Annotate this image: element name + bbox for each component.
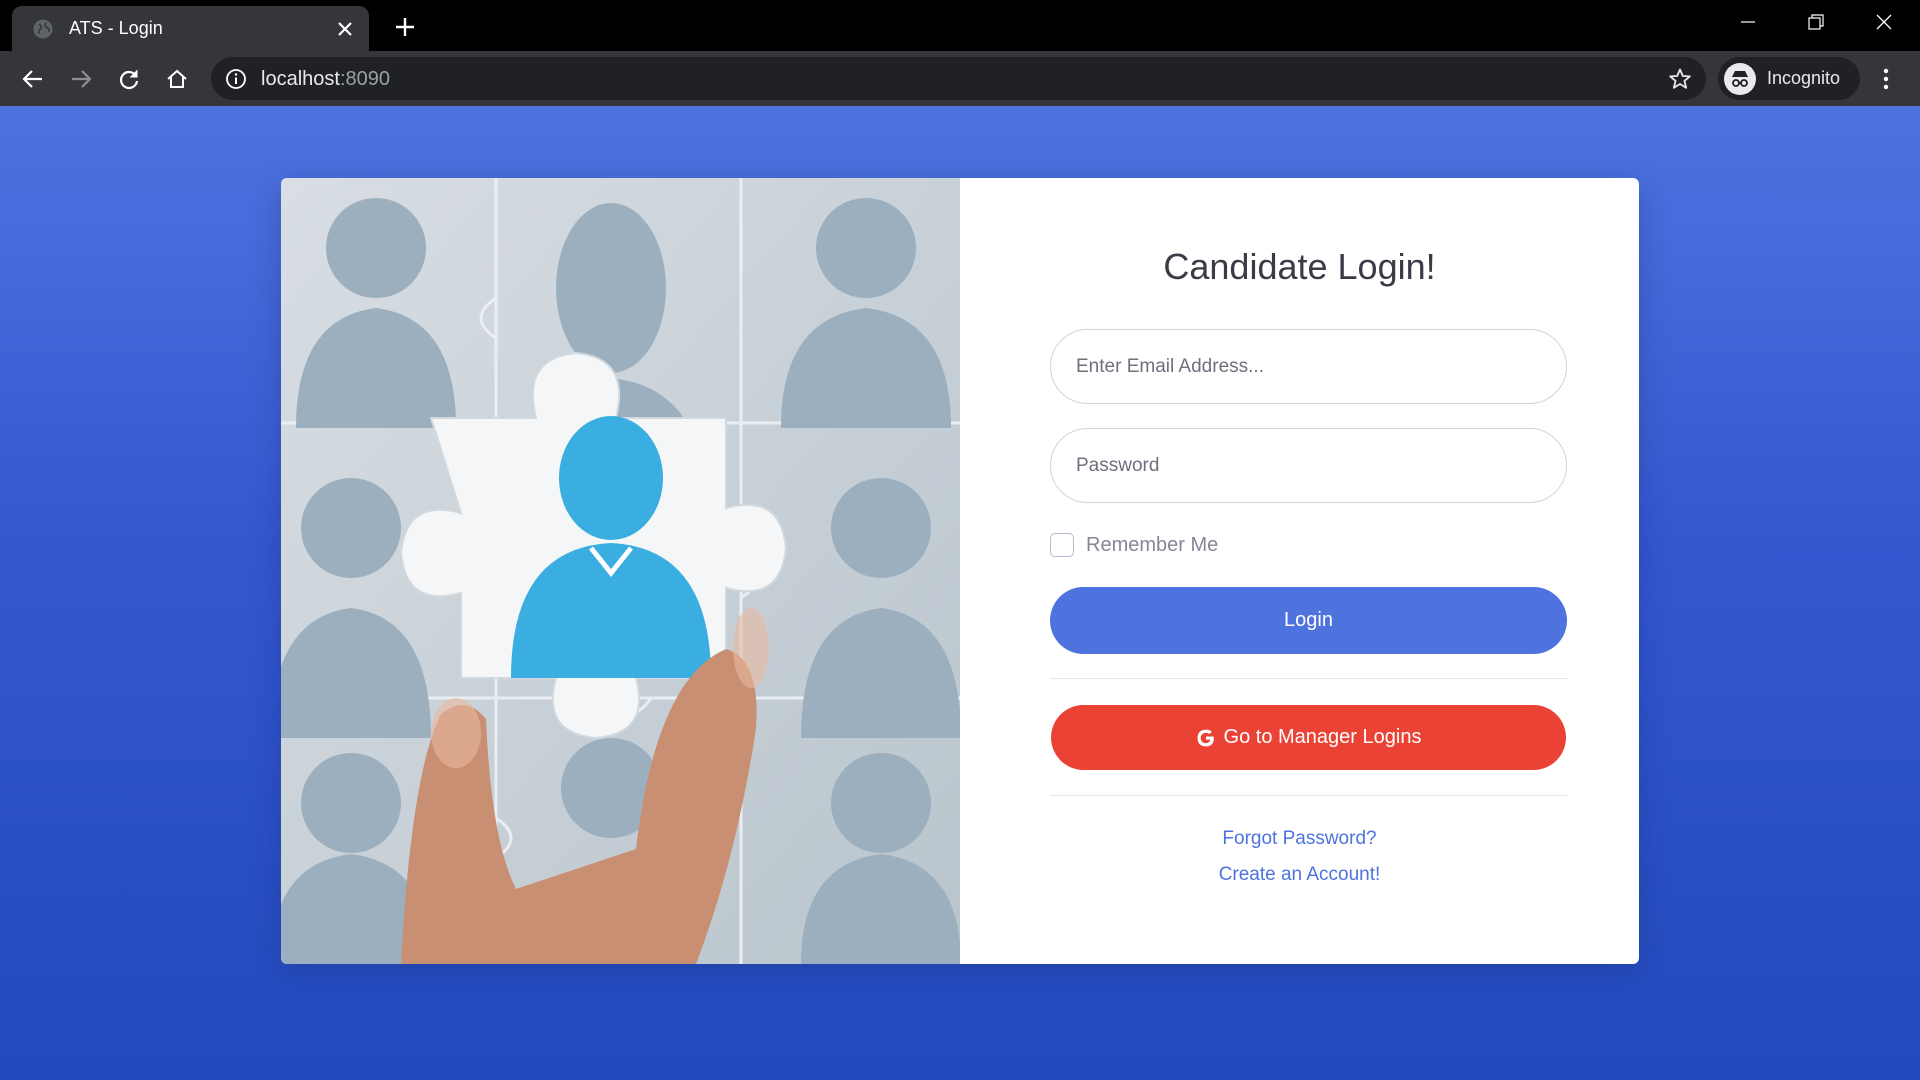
restore-icon[interactable] xyxy=(1782,0,1850,44)
remember-me-checkbox[interactable] xyxy=(1050,533,1074,557)
browser-toolbar: localhost:8090 Incognito xyxy=(0,51,1920,106)
manager-login-label: Go to Manager Logins xyxy=(1223,726,1422,748)
globe-icon xyxy=(33,19,53,38)
close-icon[interactable] xyxy=(327,11,363,47)
hero-image xyxy=(281,178,960,964)
info-icon[interactable] xyxy=(225,68,247,90)
address-bar[interactable]: localhost:8090 xyxy=(211,57,1706,100)
url-port: :8090 xyxy=(339,68,390,90)
email-input[interactable] xyxy=(1050,329,1567,404)
menu-kebab-icon[interactable] xyxy=(1868,59,1904,99)
divider xyxy=(1050,678,1567,679)
incognito-icon xyxy=(1724,62,1756,95)
forgot-password-link[interactable]: Forgot Password? xyxy=(960,828,1639,850)
puzzle-illustration xyxy=(281,178,960,964)
login-form: Candidate Login! Remember Me Login Go to… xyxy=(960,178,1639,964)
manager-login-button[interactable]: Go to Manager Logins xyxy=(1051,705,1566,770)
reload-icon[interactable] xyxy=(109,59,149,99)
page-background: Candidate Login! Remember Me Login Go to… xyxy=(0,106,1920,1080)
login-button-label: Login xyxy=(1284,609,1333,631)
tab-title: ATS - Login xyxy=(69,18,163,38)
remember-me[interactable]: Remember Me xyxy=(1050,533,1218,557)
back-icon[interactable] xyxy=(13,59,53,99)
url-host: localhost xyxy=(261,68,340,90)
remember-me-label: Remember Me xyxy=(1086,533,1219,556)
home-icon[interactable] xyxy=(157,59,197,99)
plus-icon[interactable] xyxy=(385,7,425,47)
browser-titlebar: ATS - Login xyxy=(0,0,1920,51)
page-title: Candidate Login! xyxy=(1163,246,1436,287)
divider xyxy=(1050,795,1567,796)
create-account-link[interactable]: Create an Account! xyxy=(960,864,1639,886)
incognito-profile-button[interactable]: Incognito xyxy=(1718,57,1860,100)
google-icon xyxy=(1197,729,1214,746)
login-card: Candidate Login! Remember Me Login Go to… xyxy=(281,178,1639,964)
minimize-icon[interactable] xyxy=(1714,0,1782,44)
window-close-icon[interactable] xyxy=(1850,0,1918,44)
url-text: localhost:8090 xyxy=(261,68,390,91)
incognito-label: Incognito xyxy=(1767,68,1841,88)
login-button[interactable]: Login xyxy=(1050,587,1567,654)
star-icon[interactable] xyxy=(1668,67,1692,91)
forward-icon[interactable] xyxy=(61,59,101,99)
browser-tab[interactable]: ATS - Login xyxy=(12,6,369,51)
password-input[interactable] xyxy=(1050,428,1567,503)
